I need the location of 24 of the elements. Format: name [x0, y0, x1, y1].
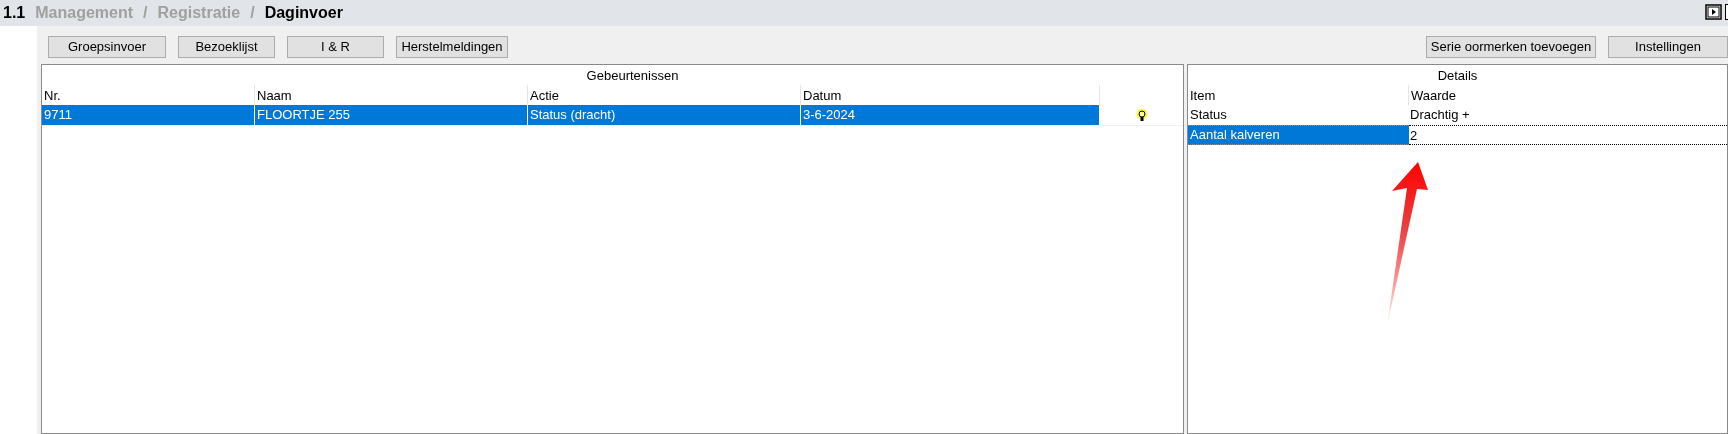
table-cell: FLOORTJE 255: [255, 105, 528, 125]
toolbar-button[interactable]: Serie oormerken toevoegen: [1426, 36, 1596, 58]
column-header[interactable]: Item: [1188, 85, 1409, 105]
film-icon[interactable]: [1705, 4, 1722, 20]
toolbar-button[interactable]: Instellingen: [1608, 36, 1728, 58]
table-cell-text: Status: [1189, 106, 1228, 125]
column-header[interactable]: Waarde: [1409, 85, 1727, 105]
table-title: Details: [1436, 67, 1479, 85]
table-cell: 9711: [42, 105, 255, 125]
breadcrumb-separator: /: [143, 3, 148, 23]
toolbar-button[interactable]: Bezoeklijst: [178, 36, 275, 58]
toolbar-icon[interactable]: [1725, 4, 1728, 20]
table-cell: Aantal kalveren: [1188, 125, 1409, 145]
breadcrumb-separator: /: [250, 3, 255, 23]
table-title: Gebeurtenissen: [585, 67, 680, 85]
value-input[interactable]: 2: [1409, 125, 1727, 145]
table-cell: 3-6-2024: [801, 105, 1100, 125]
table-cell: Status (dracht): [528, 105, 801, 125]
toolbar-button[interactable]: Herstelmeldingen: [396, 36, 508, 58]
table-cell-text: Drachtig +: [1409, 106, 1471, 125]
toolbar-button[interactable]: I & R: [287, 36, 384, 58]
breadcrumb-number: 1.1: [3, 3, 26, 23]
breadcrumb-current: Daginvoer: [264, 3, 343, 23]
toolbar-button[interactable]: Groepsinvoer: [48, 36, 166, 58]
